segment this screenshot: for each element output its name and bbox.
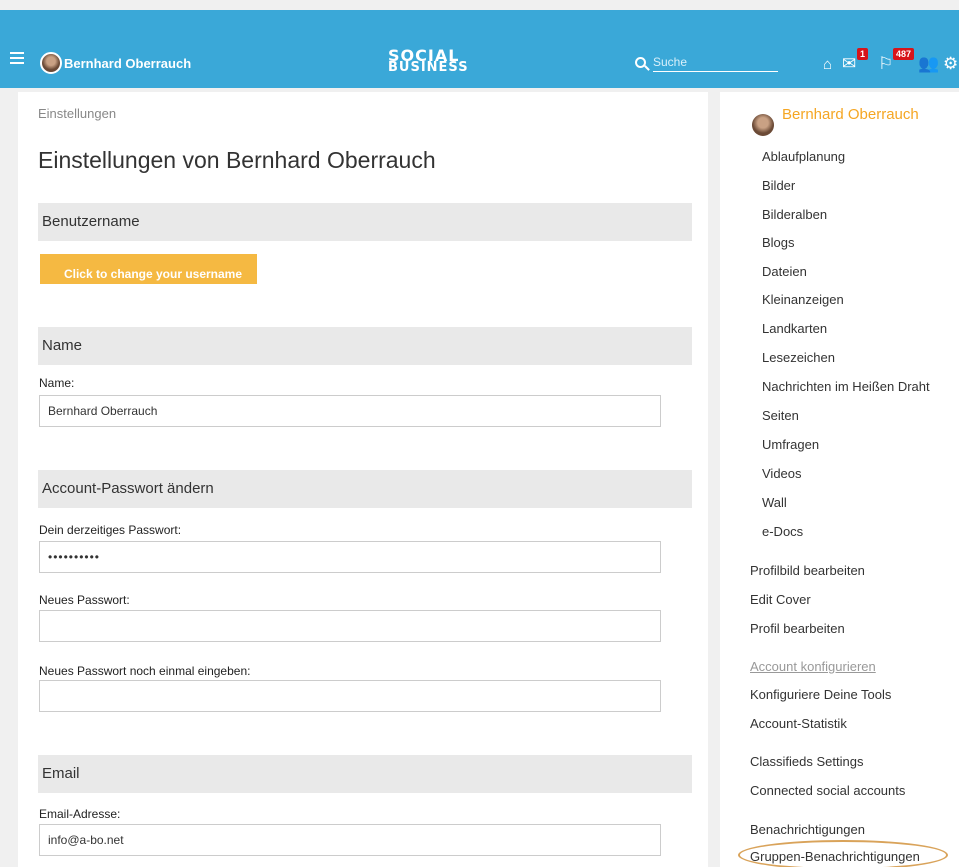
new-password-label: Neues Passwort:	[39, 593, 130, 607]
sidebar-item-edit-cover[interactable]: Edit Cover	[750, 592, 811, 607]
sidebar-item-classifieds[interactable]: Classifieds Settings	[750, 754, 863, 769]
sidebar-item-benachrichtigungen[interactable]: Benachrichtigungen	[750, 822, 865, 837]
section-password: Account-Passwort ändern	[38, 470, 692, 508]
new-password-field[interactable]	[39, 610, 661, 642]
email-field[interactable]	[39, 824, 661, 856]
navbar	[0, 10, 959, 88]
name-label: Name:	[39, 376, 75, 390]
sidebar: Bernhard Oberrauch Ablaufplanung Bilder …	[720, 92, 959, 867]
sidebar-item-social-accounts[interactable]: Connected social accounts	[750, 783, 905, 798]
sidebar-item-lesezeichen[interactable]: Lesezeichen	[762, 350, 835, 365]
notifications-badge: 487	[893, 48, 915, 60]
sidebar-item-dateien[interactable]: Dateien	[762, 264, 807, 279]
sidebar-item-nachrichten[interactable]: Nachrichten im Heißen Draht	[762, 379, 930, 394]
sidebar-item-landkarten[interactable]: Landkarten	[762, 321, 827, 336]
current-password-label: Dein derzeitiges Passwort:	[39, 523, 182, 537]
sidebar-avatar[interactable]	[752, 114, 774, 136]
logo[interactable]: SOCIAL BUSINESS	[388, 48, 469, 75]
mail-icon[interactable]: ✉	[842, 55, 856, 72]
sidebar-item-profil[interactable]: Profil bearbeiten	[750, 621, 845, 636]
name-field[interactable]	[39, 395, 661, 427]
new-password-repeat-field[interactable]	[39, 680, 661, 712]
section-username: Benutzername	[38, 203, 692, 241]
header-user-name[interactable]: Bernhard Oberrauch	[64, 56, 191, 71]
change-username-button[interactable]: Click to change your username	[40, 254, 257, 284]
sidebar-item-blogs[interactable]: Blogs	[762, 235, 795, 250]
menu-icon[interactable]	[10, 52, 24, 64]
current-password-field[interactable]	[39, 541, 661, 573]
section-name: Name	[38, 327, 692, 365]
sidebar-item-edocs[interactable]: e-Docs	[762, 524, 803, 539]
section-email: Email	[38, 755, 692, 793]
home-icon[interactable]: ⌂	[823, 56, 832, 73]
sidebar-user-name[interactable]: Bernhard Oberrauch	[782, 106, 919, 123]
email-label: Email-Adresse:	[39, 807, 121, 821]
search-input[interactable]	[653, 52, 778, 72]
sidebar-item-umfragen[interactable]: Umfragen	[762, 437, 819, 452]
sidebar-item-videos[interactable]: Videos	[762, 466, 802, 481]
sidebar-item-statistik[interactable]: Account-Statistik	[750, 716, 847, 731]
sidebar-item-tools[interactable]: Konfiguriere Deine Tools	[750, 687, 891, 702]
page-title: Einstellungen von Bernhard Oberrauch	[38, 147, 436, 173]
top-area: Bernhard Oberrauch SOCIAL BUSINESS ⌂ ✉ 1…	[0, 0, 959, 88]
sidebar-item-kleinanzeigen[interactable]: Kleinanzeigen	[762, 292, 844, 307]
flag-notify-icon[interactable]: ⚐	[878, 55, 893, 72]
messages-badge: 1	[857, 48, 869, 60]
gear-icon[interactable]: ⚙	[943, 55, 958, 72]
highlight-ellipse	[738, 840, 948, 867]
sidebar-item-profilbild[interactable]: Profilbild bearbeiten	[750, 563, 865, 578]
sidebar-item-ablaufplanung[interactable]: Ablaufplanung	[762, 149, 845, 164]
sidebar-item-wall[interactable]: Wall	[762, 495, 787, 510]
avatar[interactable]	[40, 52, 62, 74]
settings-panel: Einstellungen Einstellungen von Bernhard…	[18, 92, 708, 867]
sidebar-heading-account[interactable]: Account konfigurieren	[750, 659, 876, 674]
sidebar-item-seiten[interactable]: Seiten	[762, 408, 799, 423]
breadcrumb[interactable]: Einstellungen	[38, 106, 116, 121]
logo-line2: BUSINESS	[388, 60, 469, 75]
people-icon[interactable]: 👥	[918, 55, 939, 72]
sidebar-item-bilderalben[interactable]: Bilderalben	[762, 207, 827, 222]
sidebar-item-bilder[interactable]: Bilder	[762, 178, 795, 193]
new-password-repeat-label: Neues Passwort noch einmal eingeben:	[39, 664, 251, 678]
search-icon[interactable]	[635, 57, 646, 68]
